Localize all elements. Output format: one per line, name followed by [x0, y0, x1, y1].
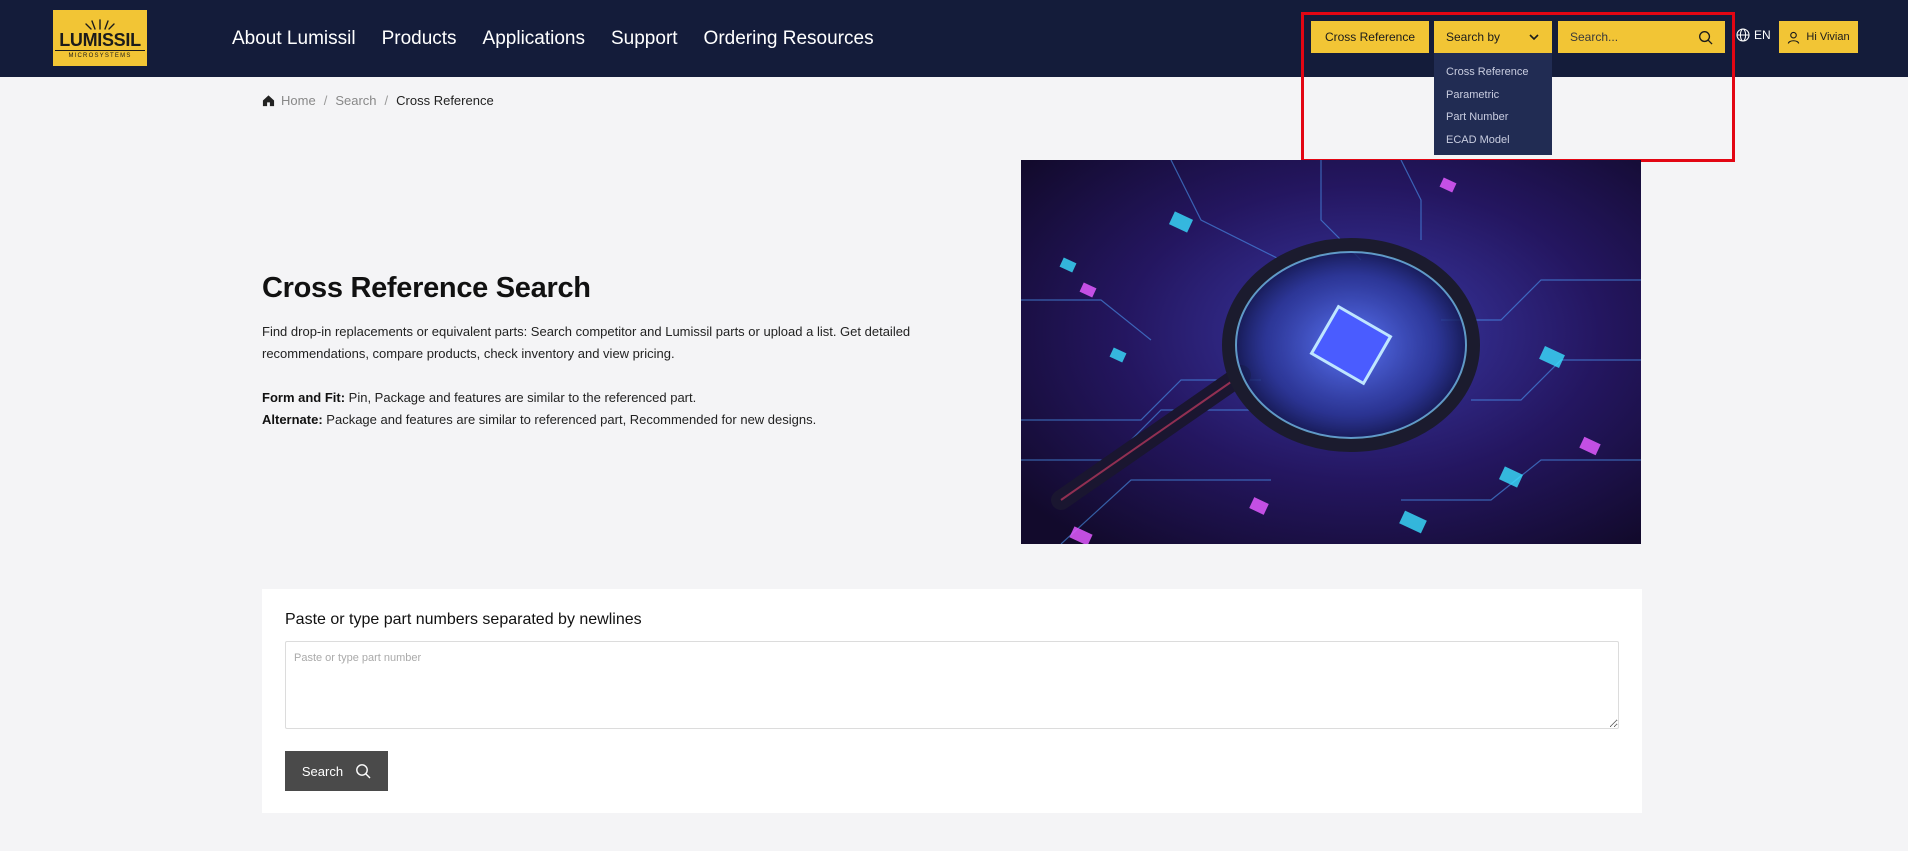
- sunburst-icon: [85, 18, 115, 30]
- hero-definitions: Form and Fit: Pin, Package and features …: [262, 387, 816, 431]
- highlight-box: [1301, 12, 1735, 162]
- part-numbers-textarea[interactable]: [285, 641, 1619, 729]
- logo-wordmark: LUMISSIL: [55, 31, 145, 51]
- breadcrumb-separator: /: [384, 93, 389, 108]
- language-selector[interactable]: EN: [1736, 28, 1771, 42]
- home-icon: [262, 95, 275, 107]
- search-button[interactable]: Search: [285, 751, 388, 791]
- magnifier-circuit-illustration: [1021, 160, 1641, 544]
- cross-reference-search-card: Paste or type part numbers separated by …: [262, 589, 1642, 813]
- form-fit-text: Pin, Package and features are similar to…: [345, 390, 697, 405]
- language-label: EN: [1754, 28, 1771, 42]
- nav-applications[interactable]: Applications: [483, 28, 585, 50]
- nav-ordering-resources[interactable]: Ordering Resources: [704, 28, 874, 50]
- logo-subtitle: MICROSYSTEMS: [68, 52, 132, 59]
- page-title: Cross Reference Search: [262, 272, 591, 304]
- lumissil-logo[interactable]: LUMISSIL MICROSYSTEMS: [53, 10, 147, 66]
- user-greeting: Hi Vivian: [1806, 31, 1850, 43]
- breadcrumb: Home / Search / Cross Reference: [262, 93, 494, 108]
- alternate-text: Package and features are similar to refe…: [322, 412, 817, 427]
- breadcrumb-home[interactable]: Home: [281, 93, 316, 108]
- part-numbers-label: Paste or type part numbers separated by …: [285, 611, 642, 628]
- nav-about[interactable]: About Lumissil: [232, 28, 356, 50]
- nav-products[interactable]: Products: [382, 28, 457, 50]
- alternate-label: Alternate:: [262, 412, 323, 427]
- search-button-label: Search: [301, 763, 344, 779]
- breadcrumb-current: Cross Reference: [396, 93, 494, 108]
- breadcrumb-search[interactable]: Search: [335, 93, 376, 108]
- main-nav: About Lumissil Products Applications Sup…: [232, 0, 874, 77]
- form-fit-definition: Form and Fit: Pin, Package and features …: [262, 387, 816, 409]
- search-icon: [356, 764, 371, 779]
- hero-image: [1021, 160, 1641, 544]
- nav-support[interactable]: Support: [611, 28, 678, 50]
- globe-icon: [1736, 28, 1750, 42]
- hero-description: Find drop-in replacements or equivalent …: [262, 324, 911, 361]
- form-fit-label: Form and Fit:: [262, 390, 346, 405]
- user-account-button[interactable]: Hi Vivian: [1779, 21, 1858, 53]
- user-icon: [1788, 31, 1800, 44]
- breadcrumb-separator: /: [323, 93, 328, 108]
- alternate-definition: Alternate: Package and features are simi…: [262, 409, 816, 431]
